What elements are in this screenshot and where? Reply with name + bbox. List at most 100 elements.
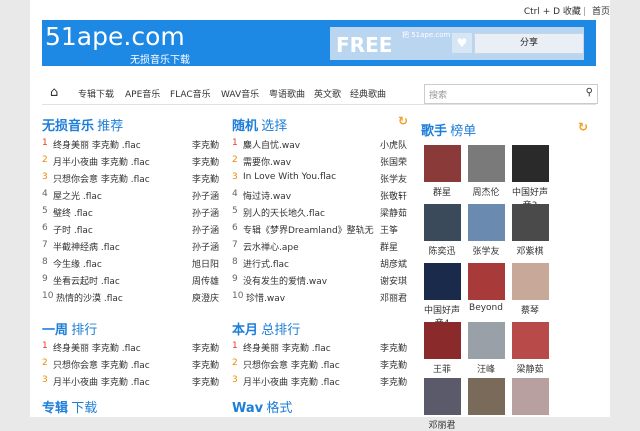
artist-link[interactable]: 梁静茹	[380, 206, 407, 219]
bookmark-link[interactable]: Ctrl + D 收藏	[524, 7, 581, 17]
singer-photo[interactable]	[467, 145, 505, 182]
artist-link[interactable]: 李克勤	[380, 375, 407, 388]
search-input[interactable]: 搜索	[429, 88, 447, 101]
nav-item-classic[interactable]: 经典歌曲	[350, 87, 386, 100]
song-link[interactable]: In Love With You.flac	[243, 172, 336, 182]
singer-photo[interactable]	[511, 263, 549, 300]
singer-name[interactable]: 周杰伦	[464, 185, 508, 198]
artist-link[interactable]: 王筝	[380, 223, 398, 236]
singer-photo[interactable]	[423, 204, 461, 241]
list-item[interactable]: 9 坐看云起时 .flac 周传雄	[42, 274, 220, 291]
search-icon[interactable]: ⚲	[586, 87, 593, 98]
artist-link[interactable]: 孙子涵	[192, 240, 219, 253]
song-link[interactable]: 进行式.flac	[243, 257, 289, 270]
singer-name[interactable]: 陈奕迅	[420, 244, 464, 257]
list-item[interactable]: 9 没有发生的爱情.wav 谢安琪	[232, 274, 410, 291]
artist-link[interactable]: 群星	[380, 240, 398, 253]
song-link[interactable]: 终身美丽 李克勤 .flac	[53, 341, 141, 354]
song-link[interactable]: 终身美丽 李克勤 .flac	[53, 138, 141, 151]
list-item[interactable]: 3 只想你会意 李克勤 .flac 李克勤	[42, 172, 220, 189]
nav-item-albums[interactable]: 专辑下载	[78, 87, 114, 100]
list-item[interactable]: 8 今生缘 .flac 旭日阳	[42, 257, 220, 274]
artist-link[interactable]: 孙子涵	[192, 206, 219, 219]
singer-photo[interactable]	[467, 204, 505, 241]
artist-link[interactable]: 小虎队	[380, 138, 407, 151]
artist-link[interactable]: 庾澄庆	[192, 291, 219, 304]
artist-link[interactable]: 李克勤	[192, 341, 219, 354]
list-item[interactable]: 2 需要你.wav 张国荣	[232, 155, 410, 172]
singer-photo[interactable]	[423, 322, 461, 359]
song-link[interactable]: 云水禅心.ape	[243, 240, 299, 253]
singer-photo[interactable]	[467, 263, 505, 300]
song-link[interactable]: 子时 .flac	[53, 223, 93, 236]
song-link[interactable]: 月半小夜曲 李克勤 .flac	[53, 375, 150, 388]
singer-card[interactable]: 群星	[420, 145, 464, 198]
nav-item-wav[interactable]: WAV音乐	[221, 87, 259, 100]
song-link[interactable]: 珍惜.wav	[246, 291, 285, 304]
singer-card[interactable]: 中国好声音4	[420, 263, 464, 329]
song-link[interactable]: 麋人自忧.wav	[243, 138, 300, 151]
singer-card[interactable]: 周杰伦	[464, 145, 508, 198]
singer-photo[interactable]	[423, 378, 461, 415]
song-link[interactable]: 只想你会意 李克勤 .flac	[243, 358, 340, 371]
list-item[interactable]: 8 进行式.flac 胡彦斌	[232, 257, 410, 274]
list-item[interactable]: 3 In Love With You.flac 张学友	[232, 172, 410, 189]
singer-name[interactable]: 王菲	[420, 362, 464, 375]
singer-card[interactable]: 邓紫棋	[508, 204, 552, 257]
home-icon[interactable]: ⌂	[50, 85, 58, 100]
song-link[interactable]: 悔过诗.wav	[243, 189, 291, 202]
singer-card[interactable]: 梁静茹	[508, 322, 552, 375]
list-item[interactable]: 2 月半小夜曲 李克勤 .flac 李克勤	[42, 155, 220, 172]
singer-name[interactable]: 张学友	[464, 244, 508, 257]
singer-card[interactable]: 张学友	[464, 204, 508, 257]
artist-link[interactable]: 谢安琪	[380, 274, 407, 287]
song-link[interactable]: 需要你.wav	[243, 155, 291, 168]
list-item[interactable]: 4 屋之光 .flac 孙子涵	[42, 189, 220, 206]
artist-link[interactable]: 孙子涵	[192, 189, 219, 202]
artist-link[interactable]: 李克勤	[380, 341, 407, 354]
singer-photo[interactable]	[423, 145, 461, 182]
home-link[interactable]: 首页	[592, 7, 610, 17]
singer-name[interactable]: 邓紫棋	[508, 244, 552, 257]
song-link[interactable]: 别人的天长地久.flac	[243, 206, 325, 219]
singer-name[interactable]: 梁静茹	[508, 362, 552, 375]
singer-name[interactable]: 蔡琴	[508, 303, 552, 316]
refresh-icon[interactable]: ↻	[398, 114, 408, 128]
heart-icon[interactable]: ♥	[452, 33, 472, 53]
nav-item-ape[interactable]: APE音乐	[125, 87, 160, 100]
song-link[interactable]: 月半小夜曲 李克勤 .flac	[243, 375, 340, 388]
singer-card[interactable]: 汪峰	[464, 322, 508, 375]
refresh-singers-icon[interactable]: ↻	[578, 120, 588, 134]
list-item[interactable]: 5 别人的天长地久.flac 梁静茹	[232, 206, 410, 223]
singer-card[interactable]: 中国好声音3	[508, 145, 552, 211]
singer-name[interactable]: 汪峰	[464, 362, 508, 375]
nav-item-english[interactable]: 英文歌	[314, 87, 341, 100]
singer-photo[interactable]	[467, 322, 505, 359]
artist-link[interactable]: 胡彦斌	[380, 257, 407, 270]
artist-link[interactable]: 张学友	[380, 172, 407, 185]
artist-link[interactable]: 孙子涵	[192, 223, 219, 236]
nav-item-cantonese[interactable]: 粤语歌曲	[269, 87, 305, 100]
singer-name[interactable]: Beyond	[464, 303, 508, 313]
song-link[interactable]: 热情的沙漠 .flac	[56, 291, 123, 304]
list-item[interactable]: 7 半截神经病 .flac 孙子涵	[42, 240, 220, 257]
list-item[interactable]: 5 璧终 .flac 孙子涵	[42, 206, 220, 223]
singer-card[interactable]: 陈奕迅	[420, 204, 464, 257]
artist-link[interactable]: 旭日阳	[192, 257, 219, 270]
singer-card[interactable]	[508, 378, 552, 418]
artist-link[interactable]: 李克勤	[192, 172, 219, 185]
list-item[interactable]: 4 悔过诗.wav 张敬轩	[232, 189, 410, 206]
artist-link[interactable]: 周传雄	[192, 274, 219, 287]
artist-link[interactable]: 李克勤	[192, 138, 219, 151]
song-link[interactable]: 璧终 .flac	[53, 206, 93, 219]
singer-card[interactable]	[420, 378, 464, 418]
singer-card[interactable]: 蔡琴	[508, 263, 552, 316]
song-link[interactable]: 月半小夜曲 李克勤 .flac	[53, 155, 150, 168]
artist-link[interactable]: 张国荣	[380, 155, 407, 168]
artist-link[interactable]: 李克勤	[192, 155, 219, 168]
share-button[interactable]: 分享	[474, 33, 584, 54]
singer-card[interactable]: Beyond	[464, 263, 508, 313]
song-link[interactable]: 只想你会意 李克勤 .flac	[53, 358, 150, 371]
song-link[interactable]: 专辑《梦界Dreamland》整轨无	[243, 223, 374, 236]
singer-photo[interactable]	[511, 145, 549, 182]
